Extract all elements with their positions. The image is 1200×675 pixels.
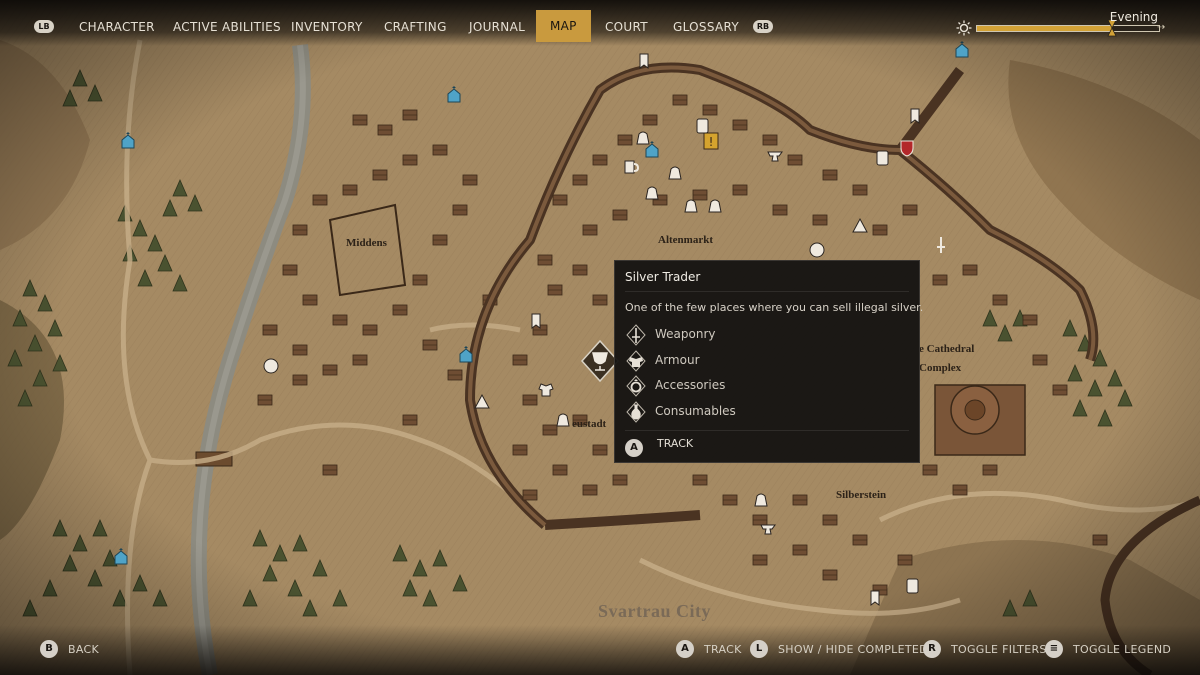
merchant-bag-icon[interactable] — [634, 128, 652, 146]
church-map-pin-icon[interactable] — [445, 85, 463, 103]
tooltip-title: Silver Trader — [625, 270, 701, 284]
sword-pin-icon[interactable] — [932, 236, 950, 254]
tab-character[interactable]: CHARACTER — [79, 14, 155, 40]
bathhouse-icon[interactable] — [473, 392, 491, 410]
notice-board-icon[interactable] — [693, 117, 711, 135]
notice-board-icon[interactable] — [873, 149, 891, 167]
service-label: Armour — [655, 353, 700, 367]
tab-journal[interactable]: JOURNAL — [469, 14, 525, 40]
location-tooltip: Silver Trader One of the few places wher… — [614, 260, 924, 463]
map-label-cathedral: e Cathedral — [919, 343, 975, 355]
tab-crafting[interactable]: CRAFTING — [384, 14, 447, 40]
b-button-icon[interactable]: B — [40, 640, 58, 658]
church-map-pin-icon[interactable] — [112, 547, 130, 565]
tailor-icon[interactable] — [808, 241, 826, 259]
bathhouse-icon[interactable] — [851, 216, 869, 234]
church-map-pin-icon[interactable] — [457, 345, 475, 363]
lb-button[interactable]: LB — [34, 20, 54, 33]
tooltip-track-action[interactable]: A TRACK — [625, 435, 693, 457]
rb-button[interactable]: RB — [753, 20, 773, 33]
armour-icon — [626, 350, 646, 372]
show-hide-label[interactable]: SHOW / HIDE COMPLETED — [778, 643, 928, 656]
merchant-bag-icon[interactable] — [554, 410, 572, 428]
map-label-neustadt: eustadt — [572, 418, 607, 430]
merchant-bag-icon[interactable] — [682, 196, 700, 214]
tooltip-divider — [625, 291, 909, 292]
a-button-icon[interactable]: A — [676, 640, 694, 658]
armourer-icon[interactable] — [537, 380, 555, 398]
time-of-day-label: Evening — [1109, 10, 1158, 24]
merchant-bag-icon[interactable] — [643, 183, 661, 201]
tab-map[interactable]: MAP — [536, 10, 591, 42]
gate-banner-icon[interactable] — [527, 313, 545, 331]
tooltip-description: One of the few places where you can sell… — [625, 301, 924, 314]
church-map-pin-icon[interactable] — [119, 131, 137, 149]
l-stick-icon[interactable]: L — [750, 640, 768, 658]
gate-banner-icon[interactable] — [866, 590, 884, 608]
merchant-bag-icon[interactable] — [666, 163, 684, 181]
tab-inventory[interactable]: INVENTORY — [291, 14, 363, 40]
top-navigation-bar: LB CHARACTER ACTIVE ABILITIES INVENTORY … — [0, 0, 1200, 46]
toggle-filters-label[interactable]: TOGGLE FILTERS — [951, 643, 1047, 656]
svg-text:!: ! — [709, 135, 714, 149]
service-label: Weaponry — [655, 327, 716, 341]
merchant-bag-icon[interactable] — [706, 196, 724, 214]
time-of-day-progress — [976, 25, 1160, 32]
gate-banner-icon[interactable] — [635, 53, 653, 71]
track-label[interactable]: TRACK — [657, 437, 693, 450]
tavern-mug-icon[interactable] — [622, 157, 640, 175]
time-of-day-fill — [977, 26, 1112, 31]
map-label-altenmarkt: Altenmarkt — [658, 234, 713, 246]
guild-shield-icon[interactable] — [898, 139, 916, 157]
merchant-bag-icon[interactable] — [752, 490, 770, 508]
gate-banner-icon[interactable] — [906, 108, 924, 126]
track-hint-label[interactable]: TRACK — [704, 643, 742, 656]
tailor-icon[interactable] — [262, 357, 280, 375]
service-label: Consumables — [655, 404, 736, 418]
map-label-middens: Middens — [346, 237, 387, 249]
tab-active-abilities[interactable]: ACTIVE ABILITIES — [173, 14, 281, 40]
potion-icon — [626, 401, 646, 423]
service-label: Accessories — [655, 378, 726, 392]
blacksmith-anvil-icon[interactable] — [759, 519, 777, 537]
r-stick-icon[interactable]: R — [923, 640, 941, 658]
sword-icon — [626, 324, 646, 346]
tab-court[interactable]: COURT — [605, 14, 648, 40]
time-end-arrow-icon: ⇢ — [1157, 22, 1166, 33]
notice-board-icon[interactable] — [903, 577, 921, 595]
tooltip-divider — [625, 430, 909, 431]
a-button-icon[interactable]: A — [625, 439, 643, 457]
map-label-city: Svartrau City — [598, 601, 711, 621]
world-map[interactable] — [0, 0, 1200, 675]
sun-icon — [956, 20, 972, 36]
map-label-cathedral-complex: Complex — [919, 362, 962, 374]
ring-icon — [626, 375, 646, 397]
tab-glossary[interactable]: GLOSSARY — [673, 14, 739, 40]
map-label-silberstein: Silberstein — [836, 489, 887, 501]
back-label[interactable]: BACK — [68, 643, 99, 656]
blacksmith-anvil-icon[interactable] — [766, 146, 784, 164]
toggle-legend-label[interactable]: TOGGLE LEGEND — [1073, 643, 1171, 656]
menu-button-icon[interactable]: ≡ — [1045, 640, 1063, 658]
